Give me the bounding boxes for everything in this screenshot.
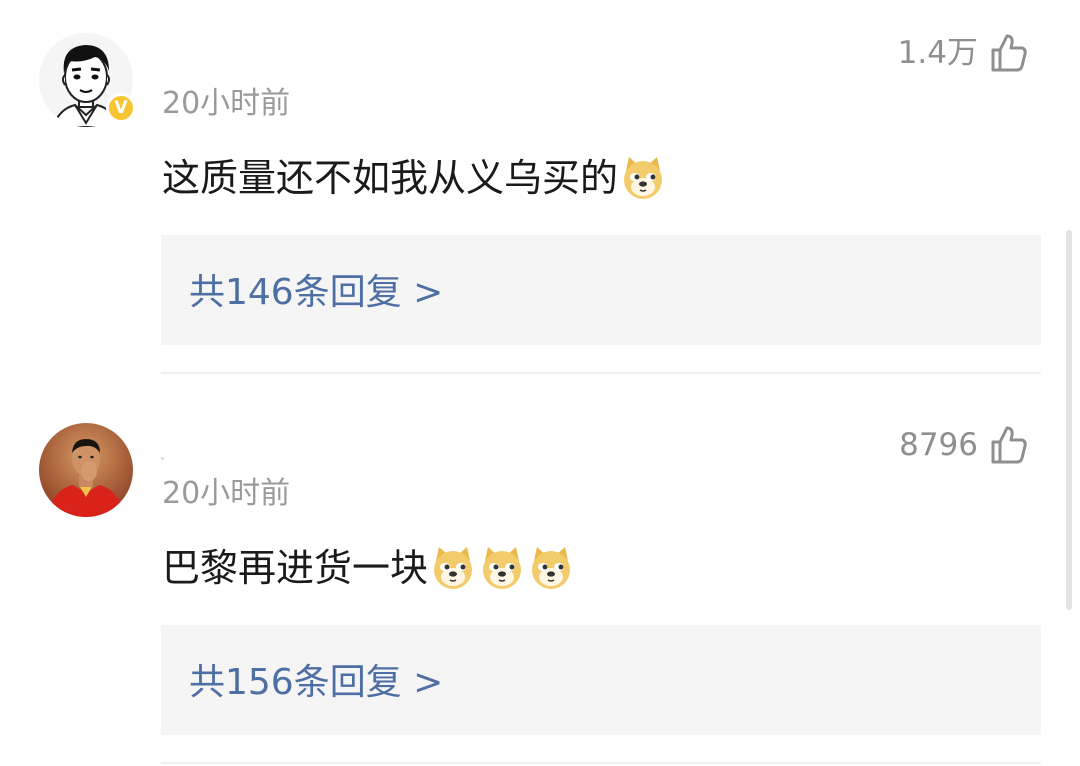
like-button[interactable]: 1.4万 xyxy=(898,33,1028,73)
avatar[interactable] xyxy=(39,423,133,517)
comment-time: 20小时前 xyxy=(162,86,291,121)
comment-text-content: 这质量还不如我从义乌买的 xyxy=(162,156,619,200)
comment-list: V 20小时前 1.4万 这质量还不如我从义乌买的 共146条回复 > 20小时… xyxy=(0,0,1080,766)
comment-text: 巴黎再进货一块 xyxy=(162,543,577,593)
comment-divider xyxy=(161,372,1041,374)
replies-box[interactable]: 共146条回复 > xyxy=(161,235,1041,345)
doge-emoji-icon xyxy=(532,547,571,589)
thumbs-up-icon xyxy=(991,426,1027,464)
replies-box[interactable]: 共156条回复 > xyxy=(161,625,1041,735)
emoji-group xyxy=(620,155,669,201)
emoji-group xyxy=(430,545,577,591)
doge-emoji-icon xyxy=(434,547,473,589)
like-button[interactable]: 8796 xyxy=(899,425,1028,465)
verified-badge-icon: V xyxy=(106,93,136,123)
like-count: 8796 xyxy=(899,427,978,463)
comment-text: 这质量还不如我从义乌买的 xyxy=(162,153,669,203)
doge-emoji-icon xyxy=(624,157,663,199)
view-replies-link[interactable]: 共146条回复 > xyxy=(189,271,443,315)
comment-time: 20小时前 xyxy=(162,476,291,511)
comment-divider xyxy=(161,762,1041,764)
thumbs-up-icon xyxy=(991,34,1027,72)
like-count: 1.4万 xyxy=(897,35,978,71)
doge-emoji-icon xyxy=(483,547,522,589)
username-placeholder xyxy=(161,457,164,460)
scrollbar[interactable] xyxy=(1066,230,1072,610)
comment-text-content: 巴黎再进货一块 xyxy=(162,546,429,590)
view-replies-link[interactable]: 共156条回复 > xyxy=(189,661,443,705)
